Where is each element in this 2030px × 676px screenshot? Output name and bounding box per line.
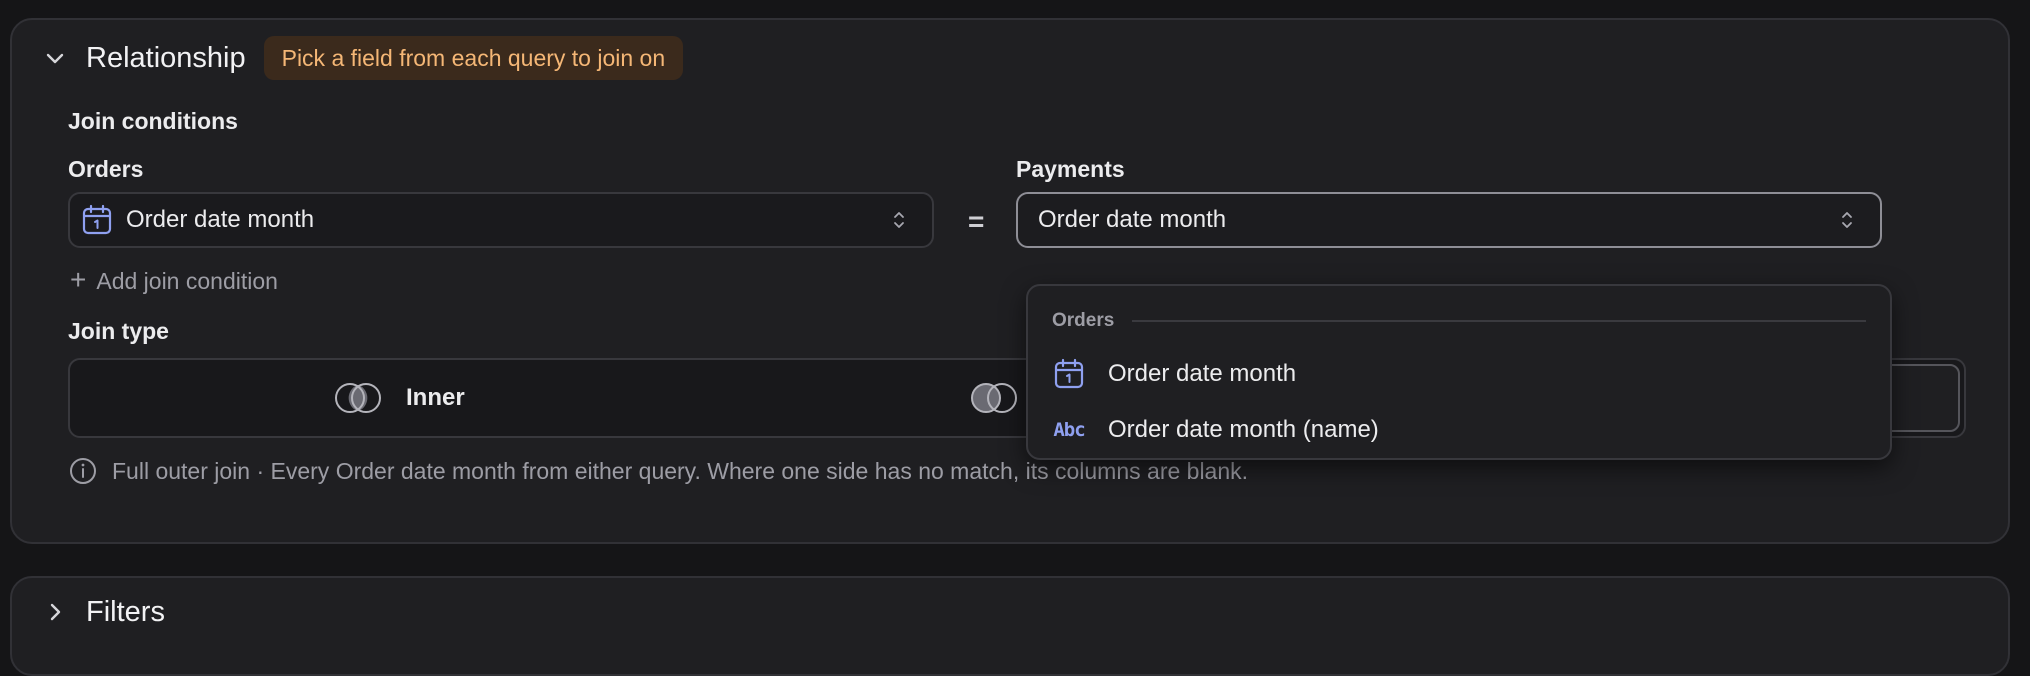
join-operator: =: [968, 206, 985, 237]
join-type-inner[interactable]: Inner: [332, 360, 465, 436]
right-field-value: Order date month: [1038, 206, 1227, 233]
join-type-label: Join type: [68, 318, 169, 344]
status-badge: Pick a field from each query to join on: [263, 36, 684, 80]
add-join-condition-button[interactable]: + Add join condition: [70, 264, 278, 296]
field-dropdown: Orders Order date month Abc Order date m…: [1026, 284, 1892, 460]
info-icon: [68, 456, 98, 486]
relationship-header[interactable]: Relationship Pick a field from each quer…: [38, 34, 684, 82]
dropdown-item[interactable]: Abc Order date month (name): [1052, 404, 1866, 456]
venn-inner-icon: [332, 380, 384, 416]
join-info-text: Full outer join · Every Order date month…: [112, 457, 1249, 484]
filters-panel: Filters: [10, 576, 2010, 676]
calendar-icon: [1052, 357, 1086, 391]
left-field-select[interactable]: Order date month: [68, 192, 934, 248]
right-field-select[interactable]: Order date month: [1016, 192, 1882, 248]
right-query-label: Payments: [1016, 156, 1125, 182]
filters-header[interactable]: Filters: [38, 588, 165, 636]
abc-text-icon: Abc: [1053, 419, 1085, 441]
join-info: Full outer join · Every Order date month…: [68, 456, 1248, 486]
dropdown-group-header: Orders: [1052, 306, 1866, 336]
left-query-label: Orders: [68, 156, 144, 182]
left-field-value: Order date month: [126, 206, 315, 233]
section-title: Filters: [86, 595, 165, 628]
dropdown-item-label: Order date month (name): [1108, 416, 1379, 443]
add-join-condition-label: Add join condition: [96, 267, 278, 294]
dropdown-divider: [1132, 320, 1866, 322]
section-title: Relationship: [86, 41, 246, 74]
chevron-right-icon[interactable]: [38, 595, 72, 629]
dropdown-item[interactable]: Order date month: [1052, 348, 1866, 400]
calendar-icon: [80, 203, 114, 237]
venn-left-icon: [968, 380, 1020, 416]
dropdown-group-label: Orders: [1052, 310, 1115, 331]
join-type-left[interactable]: [968, 360, 1020, 436]
chevron-up-down-icon: [884, 205, 914, 235]
relationship-panel: Relationship Pick a field from each quer…: [10, 18, 2010, 544]
chevron-down-icon[interactable]: [38, 41, 72, 75]
dropdown-item-label: Order date month: [1108, 360, 1297, 387]
join-type-inner-label: Inner: [406, 384, 465, 411]
chevron-up-down-icon: [1832, 205, 1862, 235]
plus-icon: +: [70, 264, 87, 295]
join-conditions-label: Join conditions: [68, 108, 238, 134]
